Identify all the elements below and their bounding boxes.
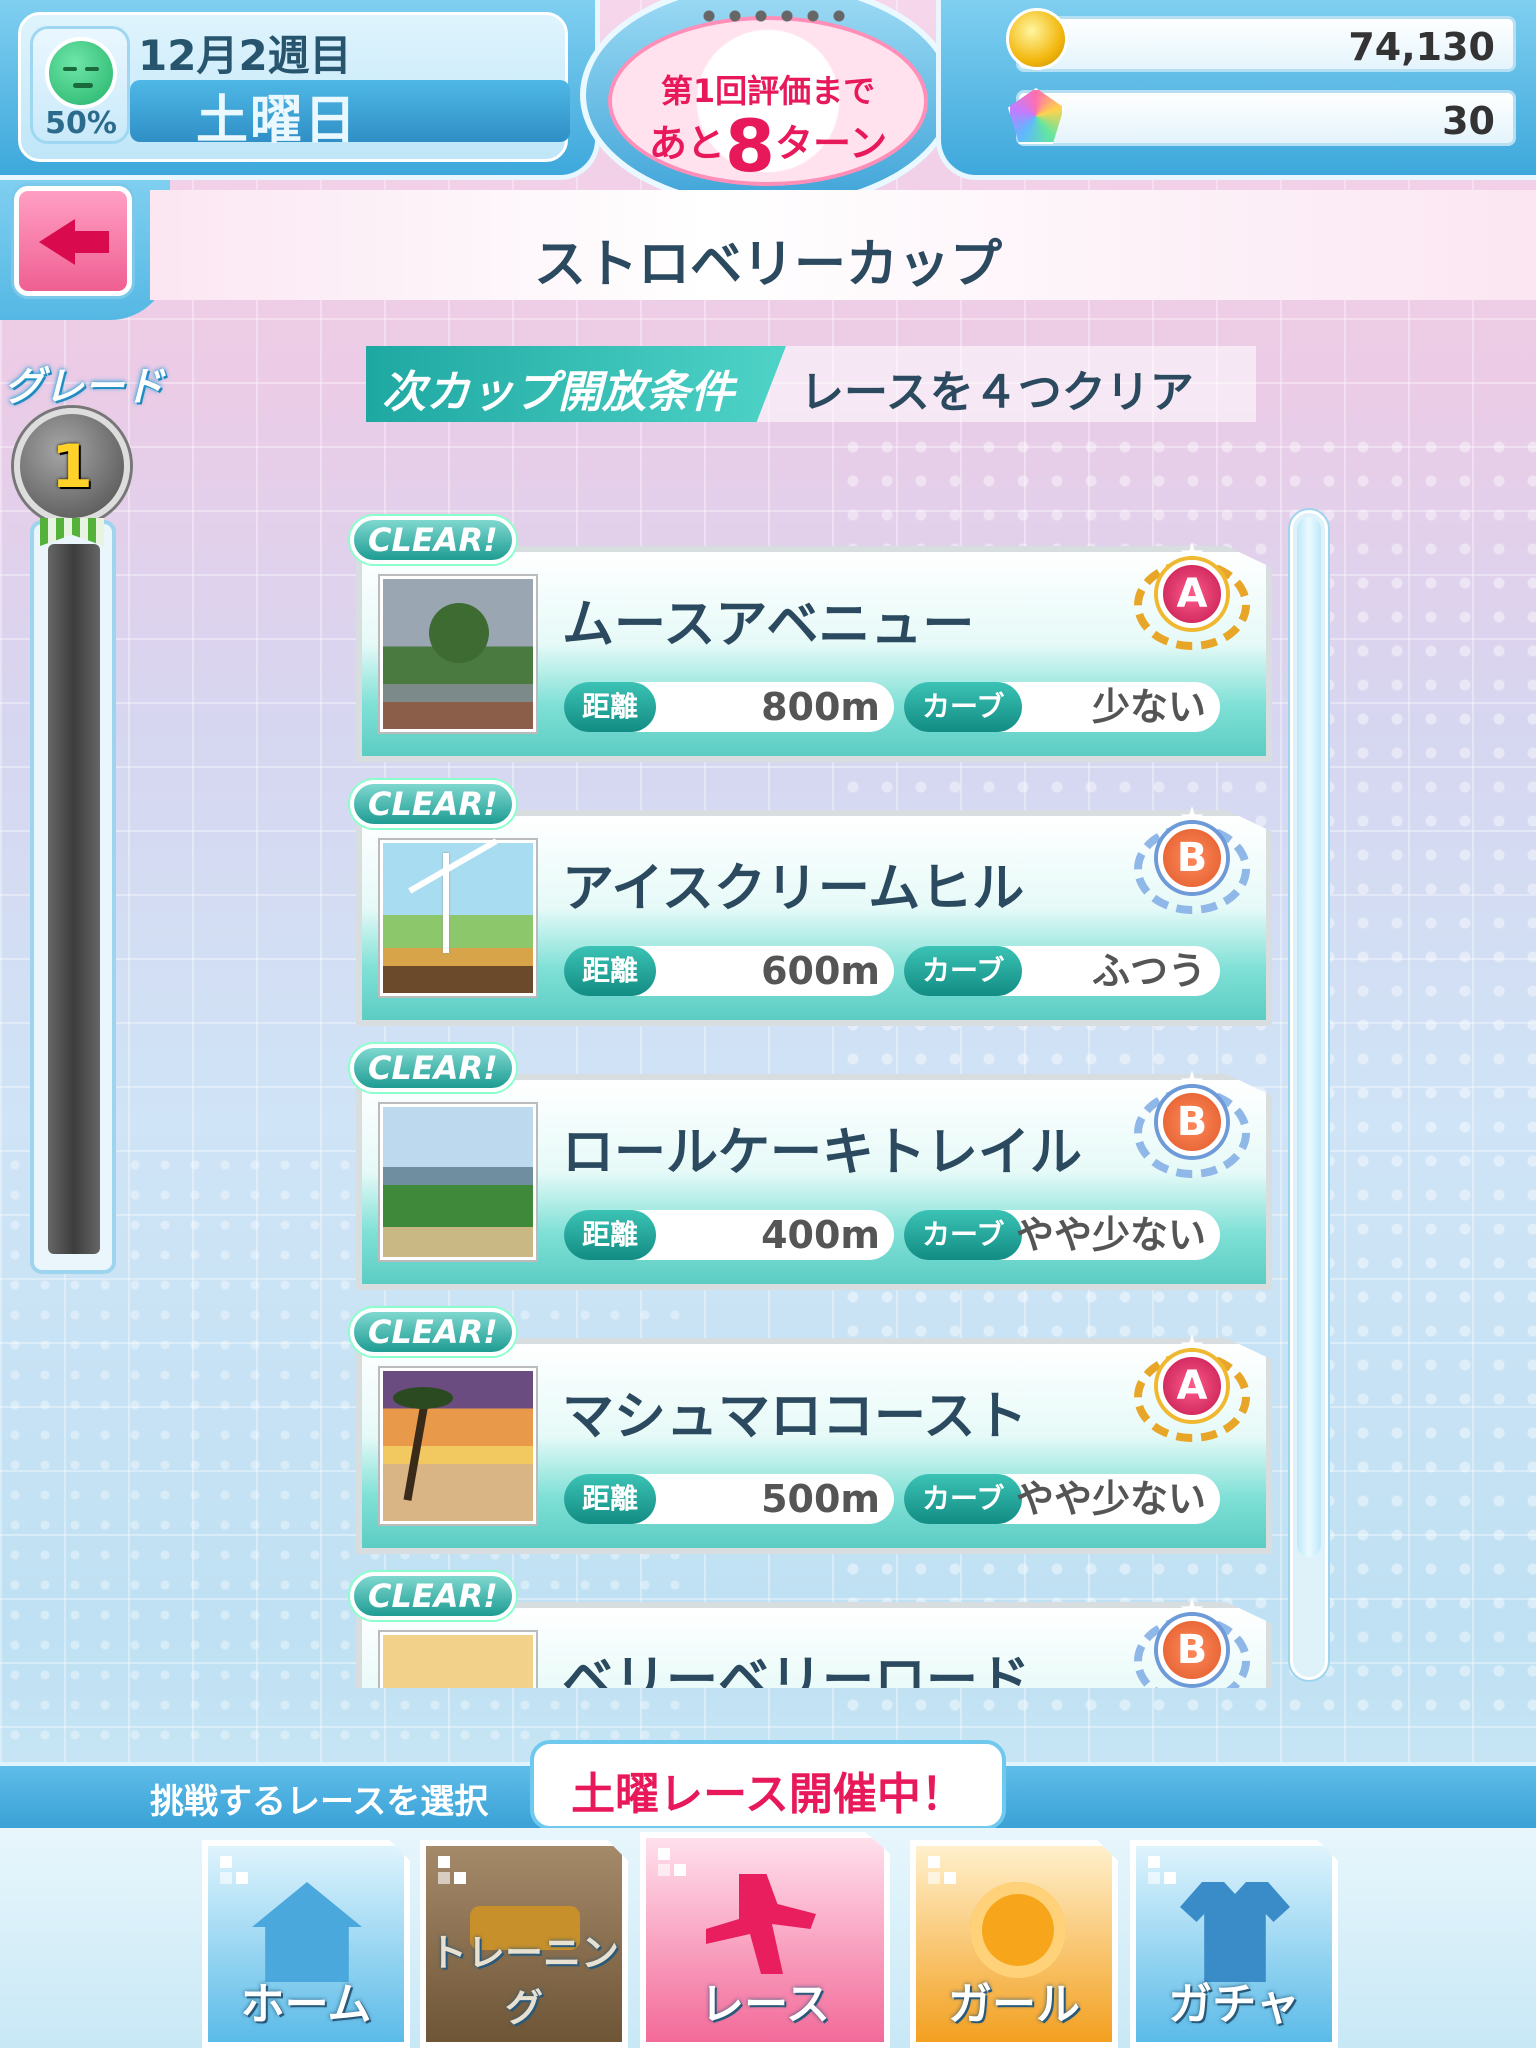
clear-badge: CLEAR! (350, 1044, 516, 1092)
race-card[interactable]: CLEAR! マシュマロコースト A 距離 500m カーブ やや少ない (350, 1308, 1272, 1558)
tab-gacha[interactable]: ガチャ (1130, 1840, 1338, 2048)
curve-stat: カーブ 少ない (904, 682, 1220, 732)
rank-a-emblem-icon: A (1134, 1334, 1250, 1442)
event-bubble: 土曜レース開催中！ (530, 1740, 1006, 1844)
rank-b-emblem-icon: B (1134, 1598, 1250, 1688)
race-name: ベリーベリーロード (562, 1651, 1031, 1688)
race-name: マシュマロコースト (562, 1387, 1028, 1447)
weekday: 土曜日 (196, 91, 359, 151)
unlock-condition: 次カップ開放条件 レースを４つクリア (366, 346, 1256, 422)
mood-face-icon (45, 37, 117, 109)
date-panel: 50% 12月2週目 土曜日 (0, 0, 600, 180)
grade-medal: 1 (14, 408, 130, 524)
gem-counter[interactable]: 30 (1016, 90, 1516, 146)
coin-icon (1006, 8, 1068, 70)
race-name: アイスクリームヒル (562, 859, 1025, 919)
curve-stat: カーブ やや少ない (904, 1474, 1220, 1524)
currency-panel: 74,130 30 (936, 0, 1536, 180)
tab-girl[interactable]: ガール (910, 1840, 1118, 2048)
list-scrollbar[interactable] (1290, 510, 1328, 1680)
clear-badge: CLEAR! (350, 516, 516, 564)
course-thumbnail (380, 840, 536, 996)
coin-counter: 74,130 (1016, 16, 1516, 72)
turn-counter: 第1回評価まで あと8ターン (580, 0, 956, 210)
course-thumbnail (380, 1632, 536, 1688)
runner-icon (706, 1874, 816, 1974)
clear-badge: CLEAR! (350, 1572, 516, 1620)
clear-badge: CLEAR! (350, 780, 516, 828)
girl-face-icon (970, 1882, 1066, 1978)
hint-text: 挑戦するレースを選択 (150, 1782, 489, 1822)
race-card[interactable]: CLEAR! ムースアベニュー A 距離 800m カーブ 少ない (350, 516, 1272, 766)
race-list[interactable]: CLEAR! ムースアベニュー A 距離 800m カーブ 少ない CLEAR! ア… (340, 510, 1280, 1688)
curve-stat: カーブ やや少ない (904, 1210, 1220, 1260)
race-card[interactable]: CLEAR! ロールケーキトレイル B 距離 400m カーブ やや少ない (350, 1044, 1272, 1294)
condition-value: レースを４つクリア (800, 367, 1194, 418)
tab-training[interactable]: トレーニング (420, 1840, 628, 2048)
house-icon (252, 1882, 362, 1982)
week-date: 12月2週目 (138, 31, 352, 80)
tab-race[interactable]: レース (640, 1832, 890, 2048)
course-thumbnail (380, 1368, 536, 1524)
distance-stat: 距離 600m (564, 946, 894, 996)
curve-stat: カーブ ふつう (904, 946, 1220, 996)
race-card[interactable]: CLEAR! アイスクリームヒル B 距離 600m カーブ ふつう (350, 780, 1272, 1030)
course-thumbnail (380, 1104, 536, 1260)
clear-badge: CLEAR! (350, 1308, 516, 1356)
course-thumbnail (380, 576, 536, 732)
condition-label: 次カップ開放条件 (382, 367, 734, 418)
mood-indicator[interactable]: 50% (30, 26, 130, 144)
race-card[interactable]: CLEAR! ベリーベリーロード B (350, 1572, 1272, 1688)
notebook-rings-icon (696, 6, 852, 26)
grade-label: グレード (4, 364, 164, 410)
turn-remaining: あと8ターン (648, 104, 888, 188)
grade-progress-bar (30, 520, 116, 1274)
shirt-icon (1180, 1882, 1290, 1982)
turn-number: 8 (724, 104, 775, 188)
scrollbar-thumb[interactable] (1297, 517, 1321, 1557)
rank-b-emblem-icon: B (1134, 806, 1250, 914)
race-name: ムースアベニュー (562, 595, 975, 655)
distance-stat: 距離 500m (564, 1474, 894, 1524)
distance-stat: 距離 800m (564, 682, 894, 732)
distance-stat: 距離 400m (564, 1210, 894, 1260)
page-title: ストロベリーカップ (533, 235, 1002, 295)
mood-percent: 50% (45, 106, 117, 141)
rank-a-emblem-icon: A (1134, 542, 1250, 650)
tab-home[interactable]: ホーム (202, 1840, 410, 2048)
rank-b-emblem-icon: B (1134, 1070, 1250, 1178)
race-name: ロールケーキトレイル (562, 1123, 1083, 1183)
